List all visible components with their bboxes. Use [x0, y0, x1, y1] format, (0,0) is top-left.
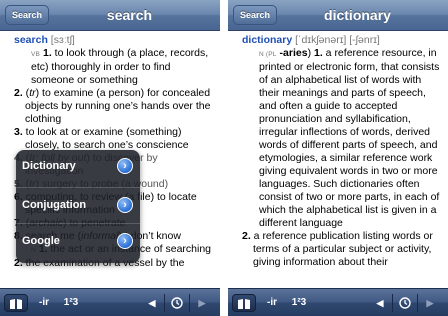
phonetic: [ˈdɪkʃənərɪ] [-ʃənrɪ]: [292, 34, 380, 46]
sense-1: VB 1. to look through (a place, records,…: [31, 47, 209, 86]
book-icon[interactable]: [232, 294, 256, 312]
navigation-bar: Search search: [0, 0, 220, 31]
page-title: search: [106, 7, 153, 23]
divider: [16, 223, 140, 224]
sense-2: 2. a reference publication listing words…: [242, 230, 433, 268]
headword: search: [14, 34, 48, 46]
bottom-toolbar: -ir 1²3 ◀ ▶: [228, 288, 448, 316]
entry-heading: search [sɜːtʃ]: [14, 34, 214, 47]
headword: dictionary: [242, 34, 293, 46]
sense-1: N (PL -aries) 1. a reference resource, i…: [259, 47, 440, 229]
next-button[interactable]: ▶: [190, 294, 214, 312]
entry-heading: dictionary [ˈdɪkʃənərɪ] [-ʃənrɪ]: [242, 34, 442, 47]
divider: [16, 187, 140, 188]
previous-button[interactable]: ◀: [140, 294, 164, 312]
conjugation-button[interactable]: -ir: [262, 294, 282, 312]
conjugation-button[interactable]: -ir: [34, 294, 54, 312]
clock-icon[interactable]: [165, 294, 189, 312]
entry-text: dictionary [ˈdɪkʃənərɪ] [-ʃənrɪ] N (PL -…: [228, 31, 448, 288]
navigation-bar: Search dictionary: [228, 0, 448, 31]
numbers-button[interactable]: 1²3: [288, 294, 310, 312]
sense-2: 2. (tr) to examine (a person) for concea…: [14, 87, 211, 125]
popup-item-dictionary[interactable]: Dictionary ›: [16, 152, 140, 180]
book-icon[interactable]: [4, 294, 28, 312]
numbers-button[interactable]: 1²3: [60, 294, 82, 312]
search-screen: Search search search [sɜːtʃ] VB 1. to lo…: [0, 0, 220, 316]
chevron-right-icon[interactable]: ›: [117, 233, 133, 249]
chevron-right-icon[interactable]: ›: [117, 158, 133, 174]
search-back-button[interactable]: Search: [5, 5, 50, 25]
pos-label: VB: [31, 51, 41, 58]
chevron-right-icon[interactable]: ›: [117, 197, 133, 213]
previous-button[interactable]: ◀: [368, 294, 392, 312]
page-title: dictionary: [324, 7, 391, 23]
next-button[interactable]: ▶: [418, 294, 442, 312]
search-back-button[interactable]: Search: [233, 5, 278, 25]
dictionary-screen: Search dictionary dictionary [ˈdɪkʃənərɪ…: [228, 0, 448, 316]
clock-icon[interactable]: [393, 294, 417, 312]
sense-3: 3. to look at or examine (something) clo…: [14, 126, 189, 151]
popup-item-google[interactable]: Google ›: [16, 227, 140, 255]
bottom-toolbar: -ir 1²3 ◀ ▶: [0, 288, 220, 316]
phonetic: [sɜːtʃ]: [47, 34, 75, 46]
lookup-popup-menu: Dictionary › Conjugation › Google ›: [16, 150, 140, 263]
popup-item-conjugation[interactable]: Conjugation ›: [16, 191, 140, 219]
